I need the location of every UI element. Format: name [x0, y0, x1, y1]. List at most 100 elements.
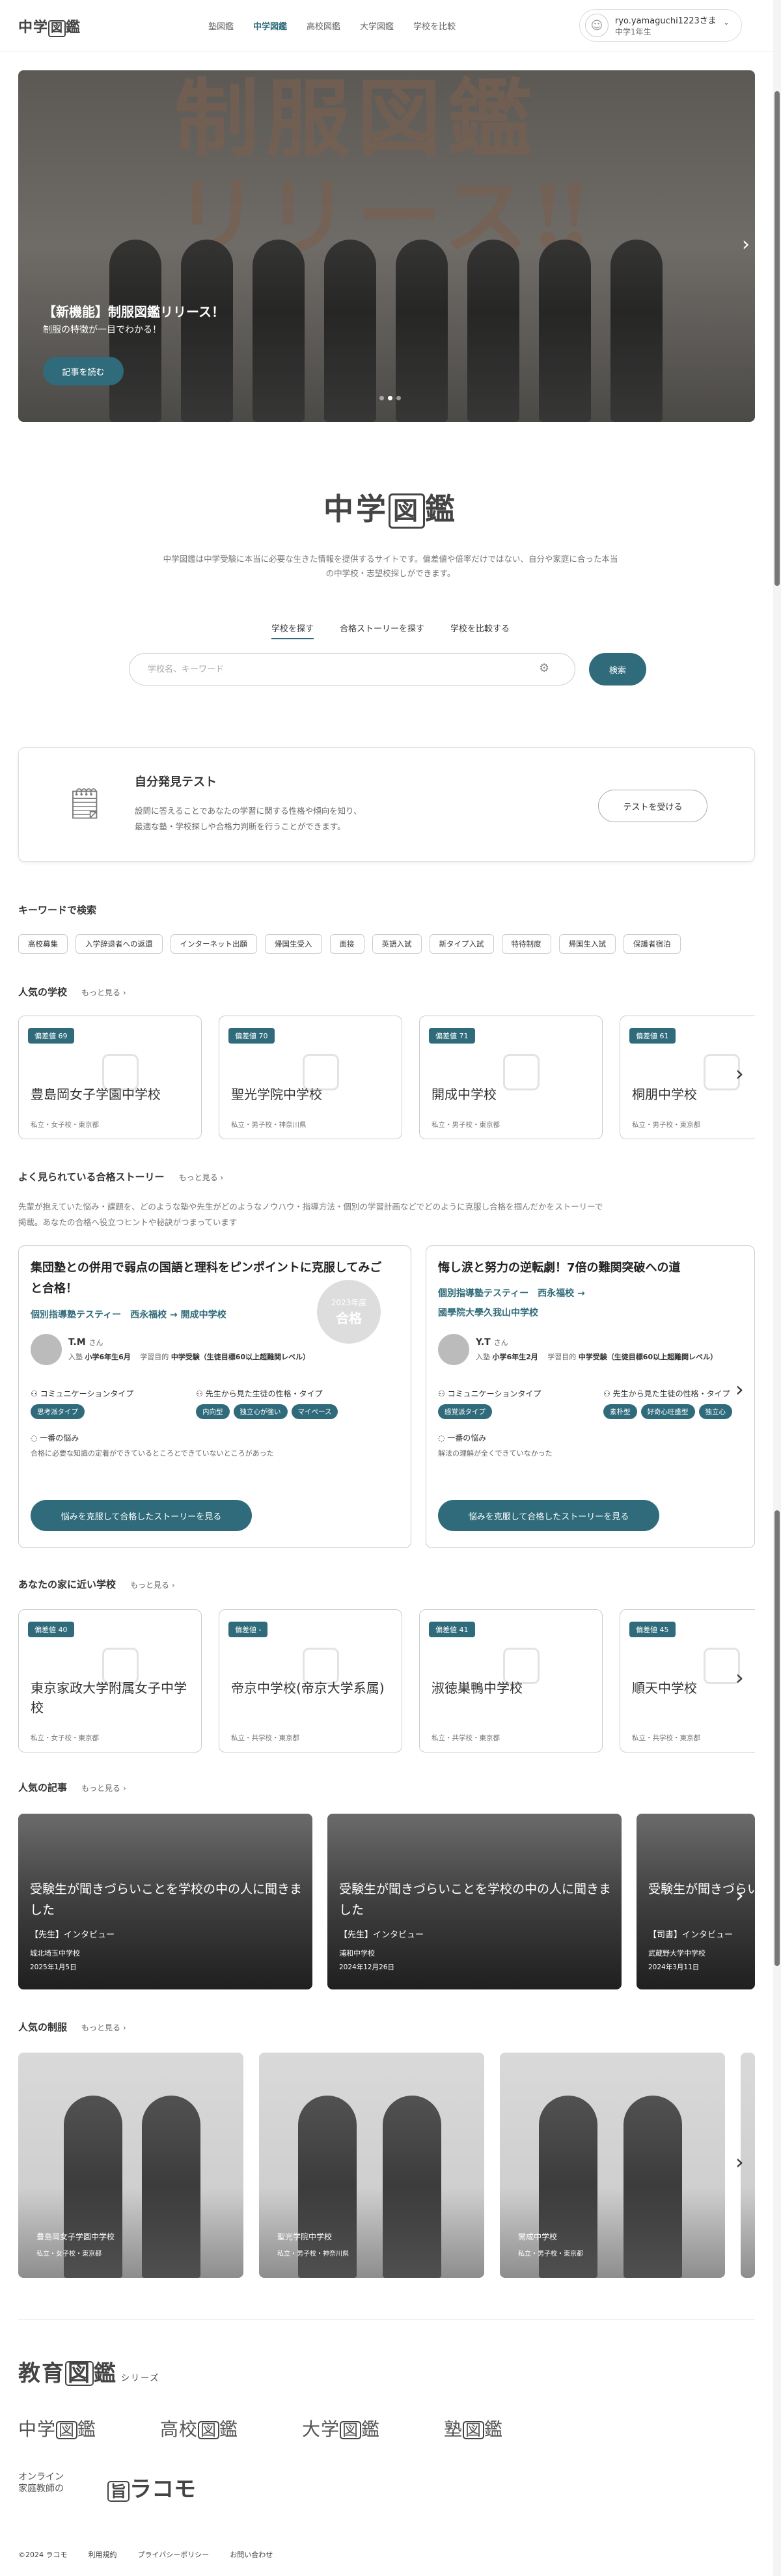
chevron-right-icon[interactable]: ›: [735, 1883, 744, 1907]
keyword-chip[interactable]: 保護者宿泊: [623, 934, 681, 954]
nav-chugaku[interactable]: 中学図鑑: [253, 20, 287, 32]
uniform-school-name: 聖光学院中学校: [277, 2232, 333, 2241]
article-school: 武蔵野大学中学校: [648, 1949, 706, 1958]
avatar: [438, 1334, 469, 1365]
worry-text: 解法の理解が全くできていなかった: [438, 1449, 553, 1458]
chevron-right-icon[interactable]: ›: [735, 2150, 744, 2174]
terms-link[interactable]: 利用規約: [89, 2549, 117, 2560]
hero-figure: [467, 240, 519, 422]
honorific: さん: [493, 1338, 508, 1347]
school-card[interactable]: 偏差値 69 豊島岡女子学園中学校 私立・女子校・東京都: [18, 1016, 202, 1139]
join-label: 入塾: [476, 1353, 490, 1361]
nav-juku[interactable]: 塾図鑑: [208, 20, 234, 32]
keyword-section-title: キーワードで検索: [18, 904, 97, 916]
sublogo-text: 高校: [160, 2418, 199, 2440]
hero-carousel[interactable]: 制服図鑑 リリース‼ 【新機能】制服図鑑リリース！ 制服の特徴が一目でわかる！ …: [18, 70, 755, 422]
uniform-card[interactable]: 聖光学院中学校 私立・男子校・神奈川県: [259, 2053, 484, 2278]
tab-story-search[interactable]: 合格ストーリーを探す: [340, 622, 424, 639]
privacy-link[interactable]: プライバシーポリシー: [138, 2549, 210, 2560]
copyright: ©2024 ラコモ: [18, 2551, 68, 2559]
chevron-right-icon[interactable]: ›: [742, 233, 750, 256]
carousel-dot-active[interactable]: [388, 396, 392, 400]
contact-link[interactable]: お問い合わせ: [230, 2549, 273, 2560]
chevron-right-icon[interactable]: ›: [735, 1665, 744, 1690]
school-meta: 私立・共学校・東京都: [231, 1734, 299, 1742]
popular-section-title: 人気の学校 もっと見る ›: [18, 985, 126, 999]
keyword-chip[interactable]: 新タイプ入試: [429, 934, 494, 954]
keyword-chip[interactable]: 入学辞退者への返還: [75, 934, 163, 954]
keyword-chip[interactable]: インターネット出願: [170, 934, 257, 954]
hero-read-button[interactable]: 記事を読む: [43, 357, 124, 385]
scrollbar-thumb[interactable]: [774, 1510, 780, 1966]
school-card[interactable]: 偏差値 40 東京家政大学附属女子中学校 私立・女子校・東京都: [18, 1609, 202, 1752]
story-button[interactable]: 悩みを克服して合格したストーリーを見る: [31, 1500, 252, 1531]
user-menu[interactable]: ☺ ryo.yamaguchi1223さま 中学1年生 ⌄: [579, 9, 742, 42]
article-school: 城北埼玉中学校: [30, 1949, 80, 1958]
daigaku-zukan-logo[interactable]: 大学図鑑: [302, 2415, 380, 2441]
site-logo[interactable]: 中学図鑑: [18, 16, 81, 37]
scrollbar[interactable]: [773, 0, 781, 2576]
juku-zukan-logo[interactable]: 塾図鑑: [444, 2415, 503, 2441]
bulb-icon: ◌: [31, 1433, 40, 1443]
brand-description-line: の中学校・志望校探しができます。: [325, 568, 456, 578]
article-card[interactable]: 受験生が聞きづらいことを学校の中の人に聞きました 【先生】インタビュー 城北埼玉…: [18, 1814, 312, 1989]
brand-logo-a: 中学: [323, 492, 389, 527]
rakomo-logo[interactable]: 旨ラコモ: [107, 2471, 196, 2503]
uniform-card[interactable]: 豊島岡女子学園中学校 私立・女子校・東京都: [18, 2053, 243, 2278]
uniforms-more-link[interactable]: もっと見る ›: [81, 2023, 126, 2032]
nav-daigaku[interactable]: 大学図鑑: [360, 20, 394, 32]
story-user: Y.T さん 入塾 小学6年生2月 学習目的 中学受験（生徒目標60以上超難関レ…: [438, 1334, 717, 1365]
uniform-card[interactable]: 開成中学校 私立・男子校・東京都: [500, 2053, 725, 2278]
hero-figure: [610, 240, 663, 422]
tab-compare[interactable]: 学校を比較する: [450, 622, 510, 639]
popular-more-link[interactable]: もっと見る ›: [81, 988, 126, 997]
story-card[interactable]: 集団塾との併用で弱点の国語と理科をピンポイントに克服してみごと合格！ 2023年…: [18, 1245, 411, 1548]
nav-koukou[interactable]: 高校図鑑: [307, 20, 340, 32]
school-name: 開成中学校: [432, 1087, 497, 1102]
school-card[interactable]: 偏差値 45 順天中学校 私立・共学校・東京都: [620, 1609, 755, 1752]
keyword-chip[interactable]: 英語入試: [372, 934, 422, 954]
take-test-button[interactable]: テストを受ける: [598, 790, 707, 822]
nearby-more-link[interactable]: もっと見る ›: [130, 1581, 175, 1590]
keyword-chip[interactable]: 帰国生受入: [265, 934, 322, 954]
carousel-dot[interactable]: [379, 396, 384, 400]
worry-text: 合格に必要な知識の定着ができているところとできていないところがあった: [31, 1449, 274, 1458]
keyword-chip[interactable]: 帰国生入試: [558, 934, 616, 954]
scrollbar-thumb[interactable]: [774, 91, 780, 586]
arrow-right-icon: →: [574, 1288, 585, 1299]
articles-title: 人気の記事: [18, 1782, 68, 1794]
story-card[interactable]: 悔し涙と努力の逆転劇！7倍の難関突破への道 個別指導塾テスティー 西永福校 → …: [426, 1245, 755, 1548]
filter-icon[interactable]: ⚙: [539, 661, 549, 675]
hero-figure: [396, 240, 448, 422]
chugaku-zukan-logo[interactable]: 中学図鑑: [18, 2415, 96, 2441]
chevron-right-icon[interactable]: ›: [735, 1061, 744, 1086]
worry-heading: ◌ 一番の悩み: [31, 1432, 79, 1443]
uniform-figure: [623, 2096, 682, 2278]
article-card[interactable]: 受験生が聞きづらいことを学校の中の人に聞きました 【先生】インタビュー 浦和中学…: [327, 1814, 622, 1989]
school-card[interactable]: 偏差値 41 淑徳巣鴨中学校 私立・共学校・東京都: [419, 1609, 603, 1752]
nav-compare[interactable]: 学校を比較: [413, 20, 456, 32]
school-card[interactable]: 偏差値 71 開成中学校 私立・男子校・東京都: [419, 1016, 603, 1139]
story-juku-school: 個別指導塾テスティー 西永福校 → 國學院大學久我山中学校: [438, 1286, 754, 1319]
popular-title: 人気の学校: [18, 986, 68, 998]
worry-heading-text: 一番の悩み: [447, 1433, 487, 1443]
school-card[interactable]: 偏差値 - 帝京中学校(帝京大学系属) 私立・共学校・東京都: [219, 1609, 402, 1752]
keyword-chip[interactable]: 高校募集: [18, 934, 68, 954]
stories-more-link[interactable]: もっと見る ›: [179, 1173, 224, 1182]
story-title: 悔し涙と努力の逆転劇！7倍の難関突破への道: [438, 1261, 681, 1275]
search-input[interactable]: [129, 653, 575, 686]
chevron-right-icon[interactable]: ›: [735, 1377, 744, 1402]
keyword-chip[interactable]: 特待制度: [501, 934, 551, 954]
tab-school-search[interactable]: 学校を探す: [271, 622, 314, 639]
school-meta: 私立・女子校・東京都: [31, 1121, 99, 1129]
keyword-chip[interactable]: 面接: [329, 934, 364, 954]
test-description-line: 最適な塾・学校探しや合格力判断を行うことができます。: [135, 822, 346, 831]
carousel-dot[interactable]: [396, 396, 401, 400]
koukou-zukan-logo[interactable]: 高校図鑑: [160, 2415, 238, 2441]
school-card[interactable]: 偏差値 70 聖光学院中学校 私立・男子校・神奈川県: [219, 1016, 402, 1139]
articles-more-link[interactable]: もっと見る ›: [81, 1784, 126, 1793]
story-button[interactable]: 悩みを克服して合格したストーリーを見る: [438, 1500, 659, 1531]
user-name: ryo.yamaguchi1223さま: [615, 16, 717, 26]
search-button[interactable]: 検索: [589, 653, 646, 686]
school-card[interactable]: 偏差値 61 桐朋中学校 私立・男子校・東京都: [620, 1016, 755, 1139]
